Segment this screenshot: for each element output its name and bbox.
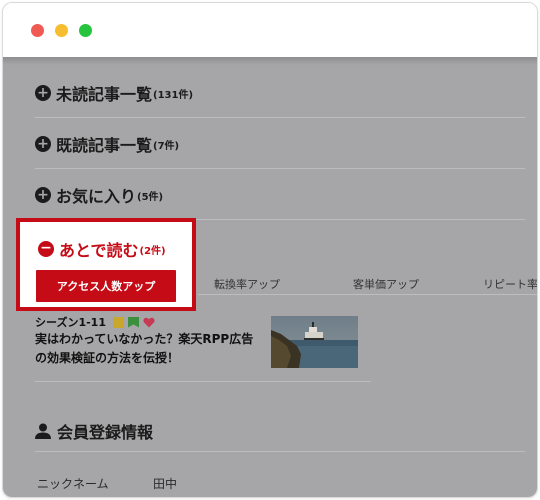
read-later-highlight: − あとで読む (2件) アクセス人数アップ: [16, 218, 196, 311]
tab-repeat-rate[interactable]: リピート率アップ: [483, 276, 537, 292]
accordion-count: (131件): [153, 89, 194, 101]
article-title[interactable]: 実はわかっていなかった？楽天RPP広告 の効果検証の方法を伝授！: [35, 330, 267, 368]
article-title-line1: 実はわかっていなかった？楽天RPP広告: [35, 332, 254, 346]
heart-icon: [143, 317, 155, 327]
accordion-read-articles[interactable]: + 既読記事一覧 (7件): [35, 120, 525, 169]
plus-circle-icon: +: [35, 136, 51, 152]
member-info-header: 会員登録情報: [35, 419, 153, 443]
window-titlebar: [3, 3, 537, 57]
accordion-title: 未読記事一覧: [56, 85, 153, 104]
minimize-window-button[interactable]: [55, 24, 68, 37]
nickname-value: 田中: [153, 477, 178, 491]
accordion-count: (5件): [137, 191, 164, 203]
tab-access-count-up[interactable]: アクセス人数アップ: [36, 270, 176, 302]
accordion-title: 既読記事一覧: [56, 136, 153, 155]
bookmark-icon: [127, 316, 139, 328]
memo-icon: [112, 316, 124, 328]
accordion-count: (2件): [139, 245, 166, 257]
accordion-title: あとで読む: [59, 241, 139, 260]
close-window-button[interactable]: [31, 24, 44, 37]
tab-conversion-rate[interactable]: 転換率アップ: [214, 276, 280, 292]
nickname-label: ニックネーム: [37, 477, 109, 491]
content-shadow: [3, 57, 537, 65]
browser-window: + 未読記事一覧 (131件) + 既読記事一覧 (7件) + お気に入り (5…: [2, 2, 538, 498]
article-title-line2: の効果検証の方法を伝授！: [35, 351, 180, 365]
article-meta: シーズン1-11: [35, 314, 155, 330]
accordion-count: (7件): [153, 140, 180, 152]
article-card[interactable]: シーズン1-11 実はわかっていなかった？楽天RPP広告 の効果検証の方法を伝授…: [35, 311, 371, 382]
season-label: シーズン1-11: [35, 316, 106, 329]
member-info-title: 会員登録情報: [57, 423, 154, 442]
page-content: + 未読記事一覧 (131件) + 既読記事一覧 (7件) + お気に入り (5…: [3, 57, 537, 497]
minus-circle-icon: −: [38, 241, 54, 257]
tab-average-order[interactable]: 客単価アップ: [353, 276, 419, 292]
category-tabs: 転換率アップ 客単価アップ リピート率アップ: [198, 273, 537, 295]
accordion-title: お気に入り: [56, 187, 137, 206]
accordion-favorites[interactable]: + お気に入り (5件): [35, 171, 525, 220]
ship-image-icon: [271, 316, 358, 368]
plus-circle-icon: +: [35, 187, 51, 203]
plus-circle-icon: +: [35, 85, 51, 101]
article-thumbnail[interactable]: [271, 316, 358, 368]
accordion-unread-articles[interactable]: + 未読記事一覧 (131件): [35, 69, 525, 118]
maximize-window-button[interactable]: [79, 24, 92, 37]
person-icon: [35, 423, 51, 439]
accordion-read-later[interactable]: − あとで読む (2件): [38, 237, 166, 261]
divider: [35, 451, 525, 452]
